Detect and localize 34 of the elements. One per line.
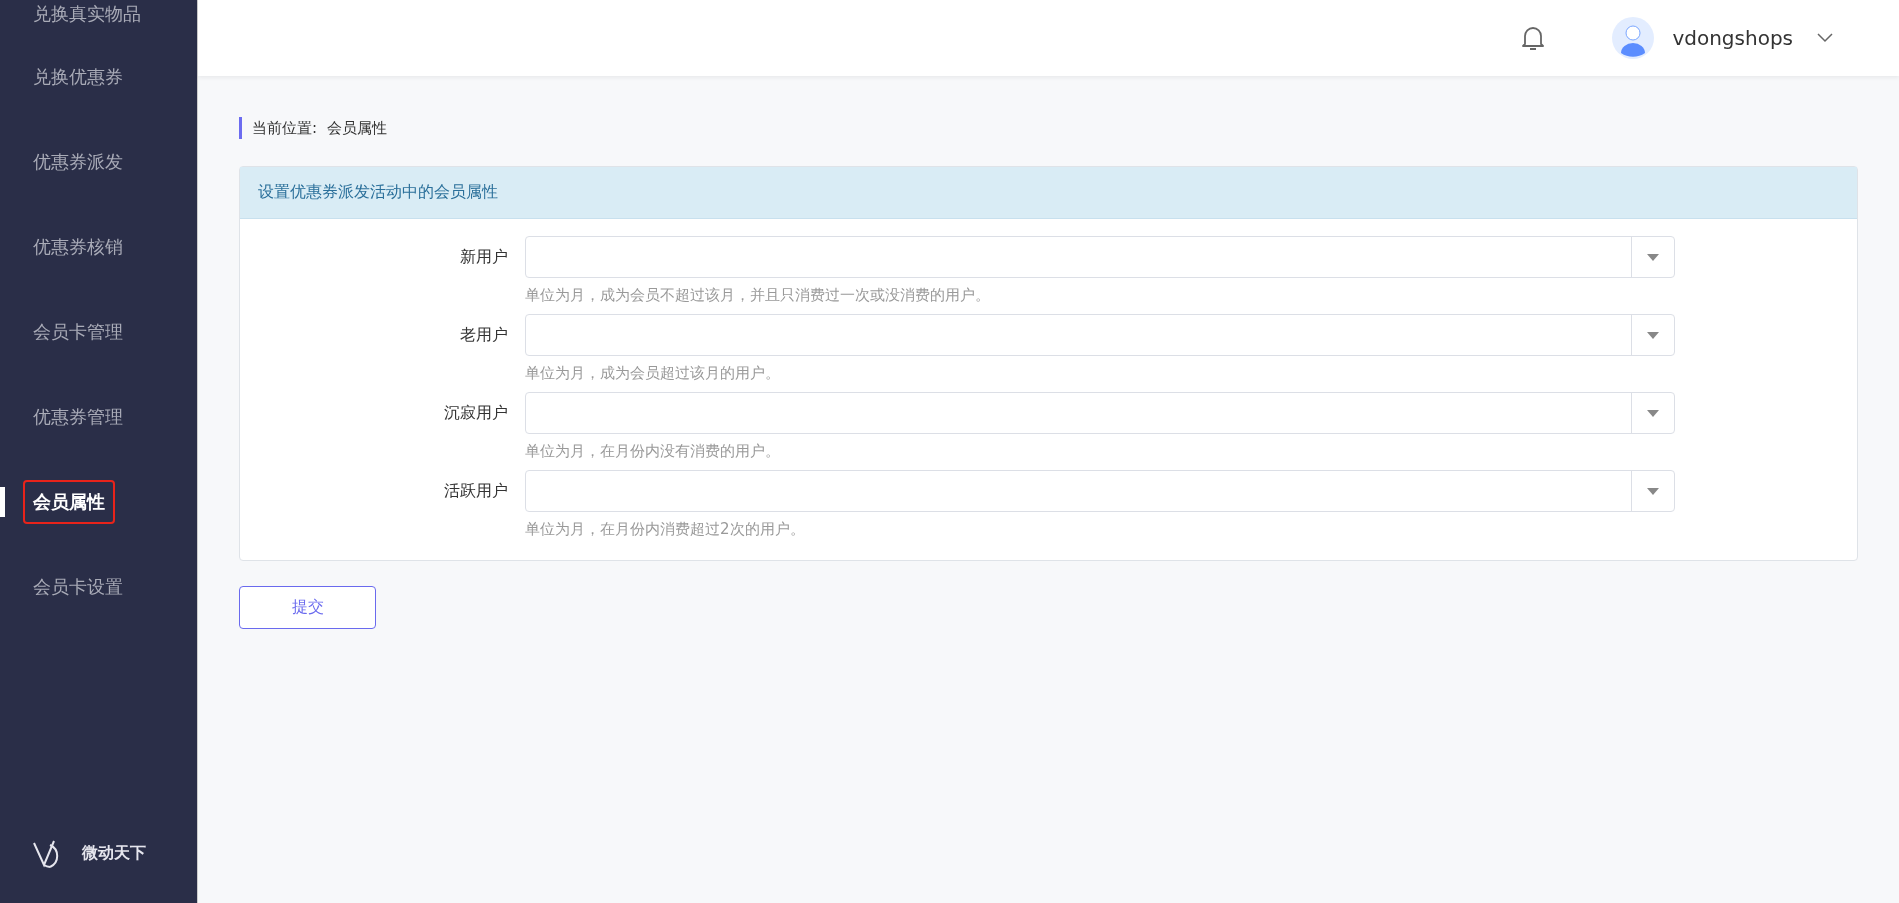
select-field[interactable] (525, 236, 1675, 278)
sidebar-item[interactable]: 优惠券核销 (23, 224, 133, 269)
sidebar-item[interactable]: 优惠券管理 (23, 394, 133, 439)
select-field[interactable] (525, 470, 1675, 512)
field-label: 老用户 (459, 324, 509, 346)
sidebar-item[interactable]: 优惠券派发 (23, 139, 133, 184)
caret-icon (1647, 253, 1659, 261)
select-field[interactable] (525, 314, 1675, 356)
select-field[interactable] (525, 392, 1675, 434)
field-hint: 单位为月，在月份内没有消费的用户。 (525, 441, 781, 462)
sidebar-item[interactable]: 兑换真实物品 (23, 0, 151, 36)
brand-name: 微动天下 (82, 842, 146, 864)
caret-icon (1647, 409, 1659, 417)
field-hint: 单位为月，成为会员不超过该月，并且只消费过一次或没消费的用户。 (525, 285, 991, 306)
chevron-down-icon[interactable] (1817, 33, 1833, 43)
sidebar-item[interactable]: 会员卡管理 (23, 309, 133, 354)
field-label: 活跃用户 (443, 480, 509, 502)
field-hint: 单位为月，成为会员超过该月的用户。 (525, 363, 781, 384)
field-label: 沉寂用户 (443, 402, 509, 424)
caret-icon (1647, 331, 1659, 339)
breadcrumb-label: 当前位置: (252, 118, 318, 138)
caret-icon (1647, 487, 1659, 495)
breadcrumb-marker (239, 117, 242, 139)
field-hint: 单位为月，在月份内消费超过2次的用户。 (525, 519, 806, 540)
sidebar-item[interactable]: 兑换优惠券 (23, 54, 133, 99)
avatar-icon[interactable] (1612, 17, 1655, 59)
sidebar-item[interactable]: 会员卡设置 (23, 564, 133, 609)
breadcrumb-current: 会员属性 (327, 118, 388, 138)
field-label: 新用户 (459, 246, 509, 268)
sidebar-item[interactable]: 会员属性 (23, 479, 115, 524)
panel-header: 设置优惠券派发活动中的会员属性 (240, 167, 1857, 219)
submit-button[interactable]: 提交 (239, 586, 376, 629)
bell-icon[interactable] (1520, 24, 1547, 52)
username[interactable]: vdongshops (1672, 26, 1793, 50)
